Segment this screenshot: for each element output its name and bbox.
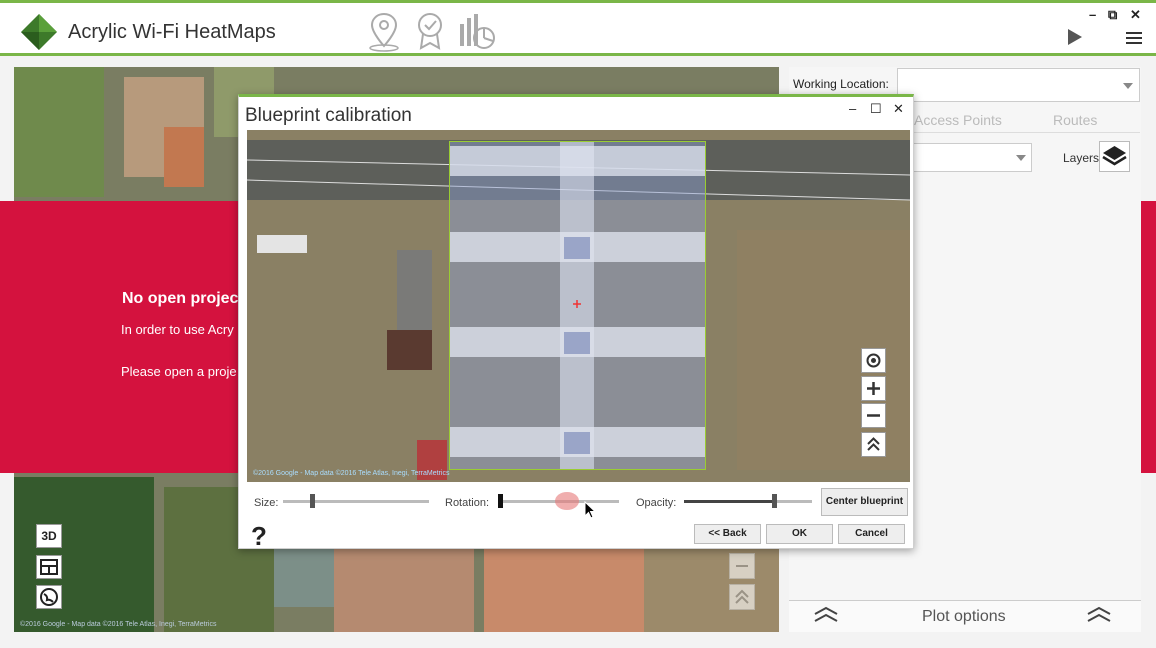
- double-chevron-up-icon: [735, 589, 749, 604]
- rotation-slider-thumb[interactable]: [555, 492, 579, 510]
- size-label: Size:: [254, 497, 279, 509]
- chevron-down-icon: [1016, 155, 1026, 161]
- globe-icon: [40, 588, 58, 606]
- app-window: Acrylic Wi-Fi HeatMaps – ⧉ ✕ ©2016 Googl…: [0, 0, 1156, 648]
- plus-icon: [867, 382, 880, 395]
- crosshair-icon: [866, 353, 881, 368]
- opacity-slider-fill: [684, 500, 774, 503]
- mouse-cursor-icon: [584, 501, 596, 519]
- restore-window-button[interactable]: ⧉: [1108, 7, 1117, 23]
- opacity-label: Opacity:: [636, 497, 677, 509]
- globe-view-button[interactable]: [36, 585, 62, 609]
- grid-layout-icon: [40, 559, 58, 575]
- opacity-slider[interactable]: [684, 494, 812, 508]
- floor-select[interactable]: [912, 143, 1032, 172]
- main-zoom-out-button[interactable]: [729, 553, 755, 579]
- main-collapse-button[interactable]: [729, 584, 755, 610]
- working-location-select[interactable]: [897, 68, 1140, 102]
- opacity-slider-thumb[interactable]: [772, 494, 777, 508]
- double-chevron-up-icon: [867, 437, 880, 451]
- double-chevron-up-icon[interactable]: [1086, 606, 1112, 624]
- close-window-button[interactable]: ✕: [1130, 7, 1141, 23]
- floor-plan-drawing: [450, 142, 705, 469]
- cancel-button[interactable]: Cancel: [838, 524, 905, 544]
- dialog-minimize-button[interactable]: –: [849, 101, 856, 116]
- expand-up-button[interactable]: [861, 432, 886, 457]
- calibration-map[interactable]: ©2016 Google - Map data ©2016 Tele Atlas…: [247, 130, 910, 482]
- minus-icon: [736, 565, 748, 567]
- back-button[interactable]: << Back: [694, 524, 761, 544]
- layers-label: Layers: [1063, 151, 1100, 165]
- blueprint-overlay[interactable]: [449, 141, 706, 470]
- dialog-close-button[interactable]: ✕: [893, 101, 904, 117]
- banner-line-2: Please open a proje: [121, 364, 237, 379]
- zoom-in-button[interactable]: [861, 376, 886, 401]
- size-slider-thumb[interactable]: [310, 494, 315, 508]
- rotation-slider-start-marker: [498, 494, 503, 508]
- dialog-title: Blueprint calibration: [245, 105, 412, 126]
- location-pin-icon[interactable]: [364, 10, 404, 52]
- chevron-down-icon: [1123, 83, 1133, 89]
- dialog-maximize-button[interactable]: ☐: [870, 101, 882, 117]
- size-slider[interactable]: [283, 494, 429, 508]
- map-attribution: ©2016 Google - Map data ©2016 Tele Atlas…: [20, 621, 217, 628]
- locate-button[interactable]: [861, 348, 886, 373]
- map-layout-button[interactable]: [36, 555, 62, 579]
- double-chevron-up-icon[interactable]: [813, 606, 839, 624]
- hamburger-menu-icon[interactable]: [1126, 32, 1142, 44]
- certificate-icon[interactable]: [410, 10, 450, 52]
- app-title: Acrylic Wi-Fi HeatMaps: [68, 21, 276, 43]
- zoom-out-button[interactable]: [861, 403, 886, 428]
- minimize-window-button[interactable]: –: [1089, 7, 1096, 22]
- layers-button[interactable]: [1099, 141, 1130, 172]
- play-icon[interactable]: [1068, 29, 1082, 45]
- dialog-map-attribution: ©2016 Google - Map data ©2016 Tele Atlas…: [253, 470, 450, 477]
- layers-icon: [1102, 146, 1127, 166]
- view-3d-button[interactable]: 3D: [36, 524, 62, 548]
- ok-button[interactable]: OK: [766, 524, 833, 544]
- banner-line-1: In order to use Acry: [121, 322, 234, 337]
- blueprint-calibration-dialog: Blueprint calibration – ☐ ✕ ©2016 Google…: [238, 94, 914, 552]
- rotation-label: Rotation:: [445, 497, 490, 509]
- center-blueprint-button[interactable]: Center blueprint: [821, 488, 908, 516]
- banner-title: No open projec: [122, 290, 239, 307]
- tab-access-points[interactable]: Access Points: [914, 112, 1002, 128]
- app-logo-icon: [21, 14, 57, 50]
- help-button[interactable]: ?: [251, 521, 267, 552]
- minus-icon: [867, 414, 880, 417]
- tab-routes[interactable]: Routes: [1053, 112, 1097, 128]
- title-bar: Acrylic Wi-Fi HeatMaps – ⧉ ✕: [0, 0, 1156, 56]
- working-location-label: Working Location:: [793, 77, 889, 91]
- plot-options-label: Plot options: [922, 608, 1006, 625]
- report-chart-icon[interactable]: [456, 10, 496, 52]
